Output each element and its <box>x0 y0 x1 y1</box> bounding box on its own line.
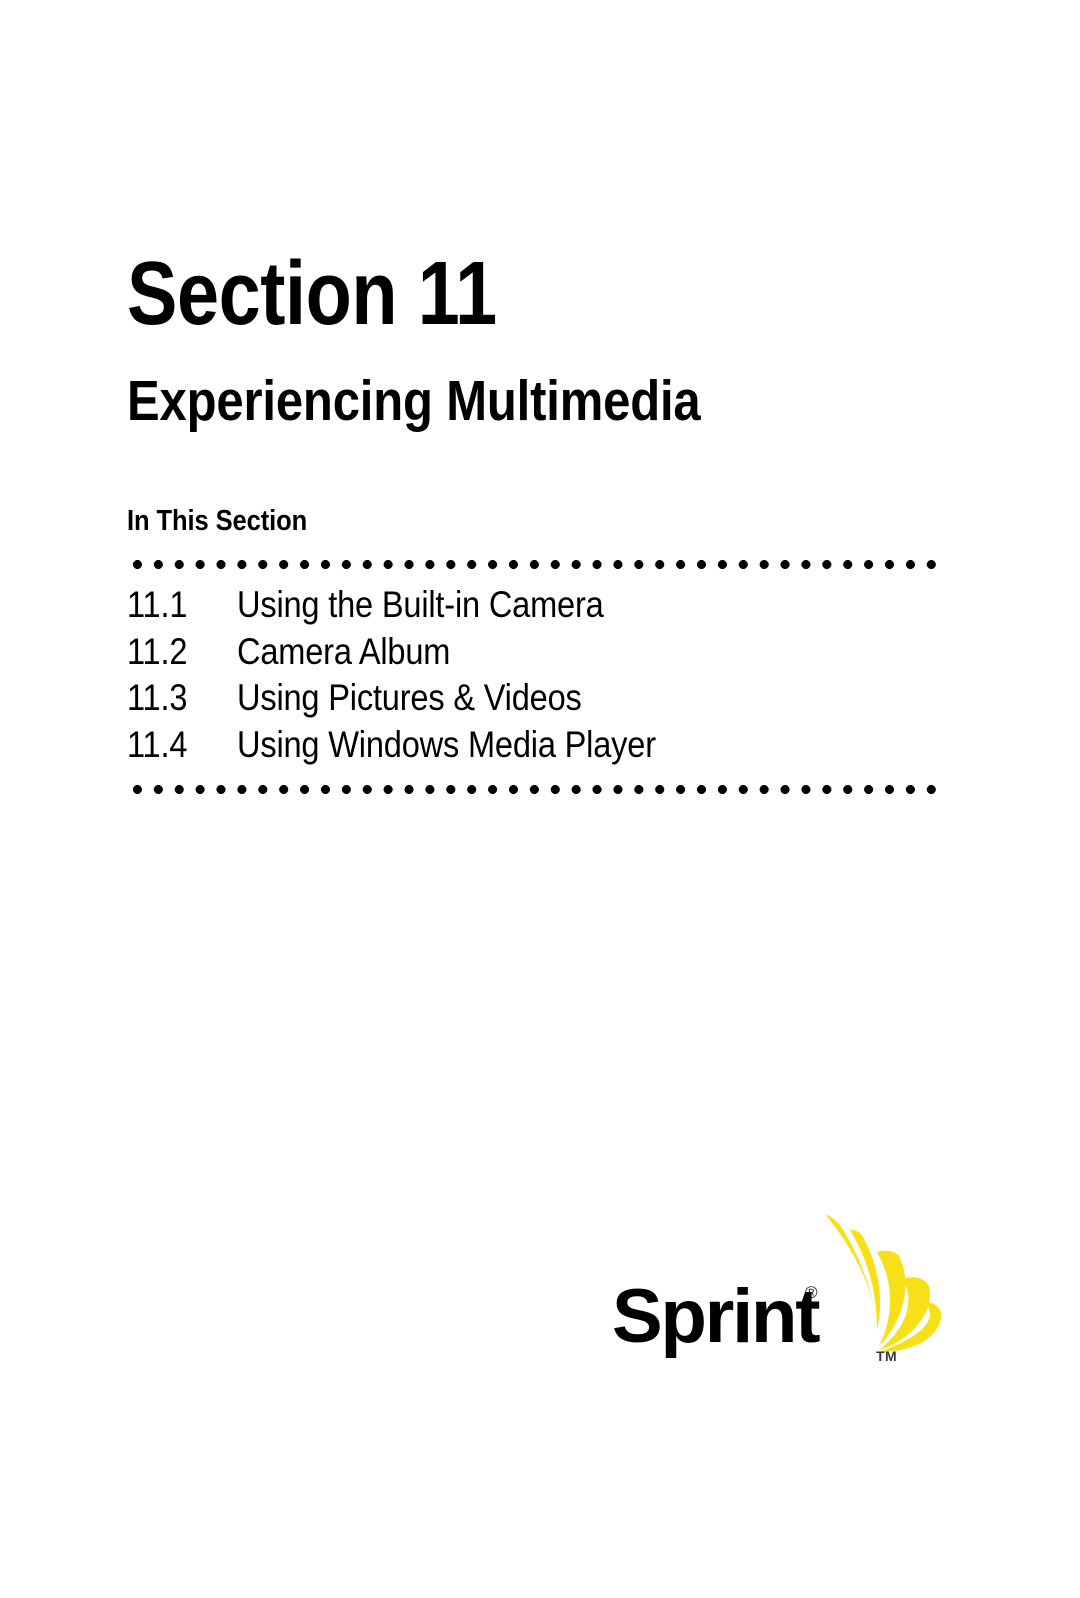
sprint-wordmark: Sprint <box>612 1274 821 1359</box>
sprint-logo: Sprint ® TM <box>612 1206 942 1381</box>
dotted-divider-bottom <box>127 785 945 794</box>
toc-number: 11.2 <box>127 630 188 672</box>
list-item: 11.2 Camera Album <box>127 631 957 678</box>
dotted-divider-top <box>127 560 945 569</box>
sprint-pinwheel-icon <box>817 1206 943 1356</box>
list-item: 11.1 Using the Built-in Camera <box>127 584 957 631</box>
registered-trademark-icon: ® <box>805 1283 818 1302</box>
table-of-contents: 11.1 Using the Built-in Camera 11.2 Came… <box>127 584 957 770</box>
toc-number: 11.3 <box>127 677 188 718</box>
page-subtitle: Experiencing Multimedia <box>127 369 701 433</box>
page-title: Section 11 <box>127 244 497 344</box>
toc-label: Using the Built-in Camera <box>237 584 604 625</box>
list-item: 11.3 Using Pictures & Videos <box>127 677 957 724</box>
document-page: Section 11 Experiencing Multimedia In Th… <box>0 0 1080 1598</box>
in-this-section-heading: In This Section <box>127 505 308 537</box>
toc-label: Camera Album <box>237 630 451 672</box>
toc-number: 11.4 <box>127 723 188 765</box>
list-item: 11.4 Using Windows Media Player <box>127 724 957 771</box>
toc-label: Using Windows Media Player <box>237 723 656 765</box>
toc-number: 11.1 <box>127 584 188 625</box>
toc-label: Using Pictures & Videos <box>237 677 582 718</box>
trademark-icon: TM <box>876 1348 898 1364</box>
